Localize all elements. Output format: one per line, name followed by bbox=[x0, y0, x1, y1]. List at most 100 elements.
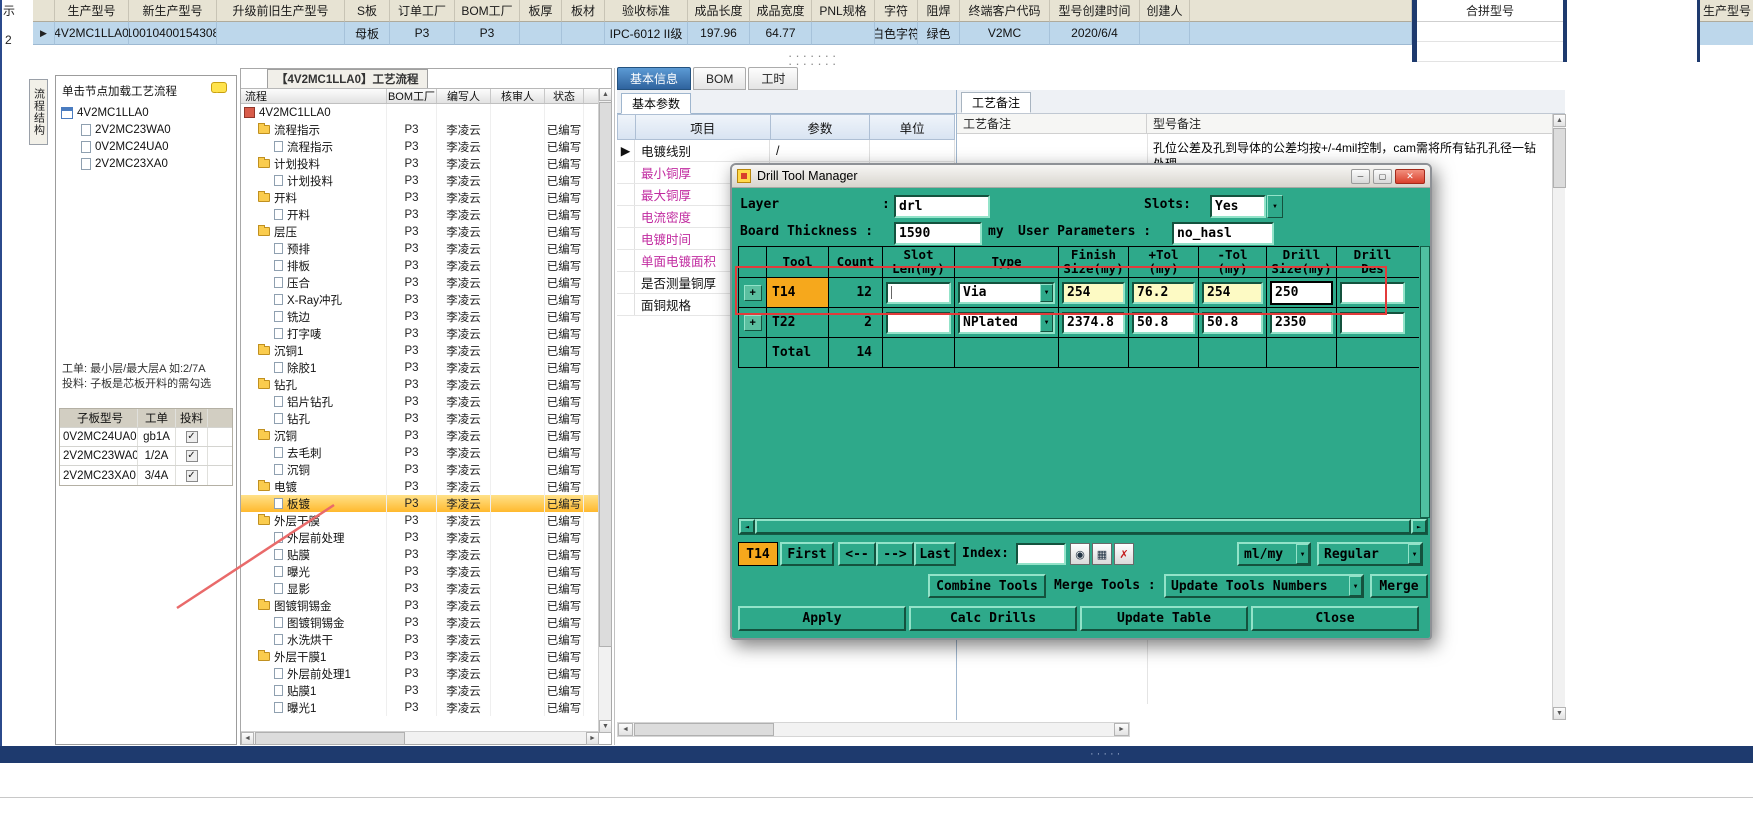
board-thickness-input[interactable]: 1590 bbox=[894, 222, 982, 245]
column-header[interactable]: 新生产型号 bbox=[129, 0, 217, 22]
process-row[interactable]: 4V2MC1LLA0 bbox=[241, 104, 598, 121]
subboard-row[interactable]: 0V2MC24UA0 gb1A ✓ bbox=[60, 428, 232, 447]
column-header[interactable]: BOM工厂 bbox=[387, 89, 437, 103]
horizontal-scrollbar[interactable]: ◄ ► bbox=[617, 722, 1130, 737]
process-row[interactable]: 层压 P3 李凌云 已编写 bbox=[241, 223, 598, 240]
process-row[interactable]: 沉铜 P3 李凌云 已编写 bbox=[241, 427, 598, 444]
process-row[interactable]: 图镀铜锡金 P3 李凌云 已编写 bbox=[241, 597, 598, 614]
tool-cell[interactable]: T14 bbox=[767, 278, 829, 307]
column-header[interactable]: 验收标准 bbox=[605, 0, 688, 22]
column-header[interactable]: PNL规格 bbox=[812, 0, 875, 22]
grid-cell[interactable]: 197.96 bbox=[688, 22, 750, 45]
column-header[interactable]: 板厚 bbox=[520, 0, 562, 22]
process-row[interactable]: 曝光 P3 李凌云 已编写 bbox=[241, 563, 598, 580]
expand-row-button[interactable]: + bbox=[743, 284, 762, 301]
process-row[interactable]: 压合 P3 李凌云 已编写 bbox=[241, 274, 598, 291]
tab-bom[interactable]: BOM bbox=[693, 67, 747, 90]
process-row[interactable]: 开料 P3 李凌云 已编写 bbox=[241, 189, 598, 206]
column-header[interactable]: 参数 bbox=[769, 114, 871, 140]
grid-cell[interactable]: 2020/6/4 bbox=[1050, 22, 1140, 45]
combine-tools-button[interactable]: Combine Tools bbox=[928, 574, 1046, 598]
tree-node[interactable]: 2V2MC23XA0 bbox=[81, 155, 232, 172]
process-row[interactable]: 钻孔 P3 李凌云 已编写 bbox=[241, 410, 598, 427]
vertical-scrollbar[interactable]: ▲ ▼ bbox=[598, 88, 612, 733]
process-row[interactable]: 外层干膜1 P3 李凌云 已编写 bbox=[241, 648, 598, 665]
feed-checkbox[interactable]: ✓ bbox=[185, 469, 198, 482]
process-row[interactable]: X-Ray冲孔 P3 李凌云 已编写 bbox=[241, 291, 598, 308]
splitter-handle[interactable]: ····· bbox=[1090, 748, 1123, 760]
column-header[interactable]: 阻焊 bbox=[918, 0, 960, 22]
scrollbar-thumb[interactable] bbox=[255, 732, 405, 745]
scroll-right-button[interactable]: ► bbox=[1411, 519, 1427, 534]
process-row[interactable]: 去毛刺 P3 李凌云 已编写 bbox=[241, 444, 598, 461]
type-dropdown[interactable]: NPlated ▼ bbox=[958, 311, 1055, 334]
process-row[interactable]: 贴膜 P3 李凌云 已编写 bbox=[241, 546, 598, 563]
process-row[interactable]: 铝片钻孔 P3 李凌云 已编写 bbox=[241, 393, 598, 410]
type-dropdown[interactable]: Via ▼ bbox=[958, 281, 1055, 304]
scroll-up-button[interactable]: ▲ bbox=[1553, 114, 1566, 127]
scrollbar-thumb[interactable] bbox=[755, 519, 1411, 534]
highlight-tool-button[interactable]: ◉ bbox=[1070, 543, 1090, 565]
last-button[interactable]: Last bbox=[914, 542, 956, 566]
param-row[interactable]: ▶ 电镀线别 / bbox=[617, 140, 955, 162]
grid-cell[interactable] bbox=[1140, 22, 1190, 45]
grid-cell[interactable]: 绿色 bbox=[918, 22, 960, 45]
tree-node[interactable]: 2V2MC23WA0 bbox=[81, 121, 232, 138]
index-input[interactable] bbox=[1016, 543, 1066, 565]
dropdown-arrow-icon[interactable]: ▼ bbox=[1349, 576, 1362, 596]
slot-len-input[interactable] bbox=[886, 281, 951, 304]
scroll-down-button[interactable]: ▼ bbox=[599, 720, 612, 733]
minus-tol-input[interactable]: 50.8 bbox=[1202, 311, 1263, 334]
column-header[interactable]: 型号创建时间 bbox=[1050, 0, 1140, 22]
column-header[interactable]: 终端客户代码 bbox=[960, 0, 1050, 22]
flow-title-tab[interactable]: 【4V2MC1LLA0】工艺流程 bbox=[267, 69, 428, 88]
process-row[interactable]: 水洗烘干 P3 李凌云 已编写 bbox=[241, 631, 598, 648]
grid-cell[interactable] bbox=[1190, 22, 1412, 45]
drill-size-input[interactable]: 250 bbox=[1270, 280, 1333, 305]
column-header[interactable]: 生产型号 bbox=[55, 0, 129, 22]
process-row[interactable]: 除胶1 P3 李凌云 已编写 bbox=[241, 359, 598, 376]
process-row[interactable]: 曝光1 P3 李凌云 已编写 bbox=[241, 699, 598, 716]
process-row[interactable]: 显影 P3 李凌云 已编写 bbox=[241, 580, 598, 597]
scroll-left-button[interactable]: ◄ bbox=[241, 732, 254, 745]
vertical-scrollbar[interactable]: ▲ ▼ bbox=[1552, 114, 1566, 720]
process-row[interactable]: 铣边 P3 李凌云 已编写 bbox=[241, 308, 598, 325]
finish-size-input[interactable]: 2374.8 bbox=[1062, 311, 1125, 334]
structure-side-tab[interactable]: 流程结构 bbox=[29, 79, 48, 145]
column-header[interactable]: 合拼型号 bbox=[1417, 0, 1563, 22]
grid-row[interactable] bbox=[1700, 22, 1753, 45]
scrollbar-thumb[interactable] bbox=[599, 102, 612, 647]
delete-tool-button[interactable]: ✗ bbox=[1114, 543, 1134, 565]
column-header[interactable]: 订单工厂 bbox=[390, 0, 455, 22]
column-header[interactable]: BOM工厂 bbox=[455, 0, 520, 22]
process-row[interactable]: 外层前处理1 P3 李凌云 已编写 bbox=[241, 665, 598, 682]
param-value[interactable]: / bbox=[770, 140, 870, 161]
finish-size-input[interactable]: 254 bbox=[1062, 281, 1125, 304]
column-header[interactable]: 投料 bbox=[176, 409, 208, 427]
column-header[interactable]: 编写人 bbox=[437, 89, 491, 103]
drill-size-input[interactable]: 2350 bbox=[1270, 311, 1333, 334]
process-row[interactable]: 打字唛 P3 李凌云 已编写 bbox=[241, 325, 598, 342]
process-row[interactable]: 钻孔 P3 李凌云 已编写 bbox=[241, 376, 598, 393]
table-vertical-scrollbar[interactable] bbox=[1420, 246, 1430, 518]
dropdown-arrow-icon[interactable]: ▼ bbox=[1040, 313, 1053, 332]
dropdown-arrow-icon[interactable]: ▼ bbox=[1040, 283, 1053, 302]
slots-dropdown[interactable]: Yes bbox=[1210, 195, 1266, 218]
tab-worktime[interactable]: 工时 bbox=[748, 67, 799, 90]
subboard-row[interactable]: 2V2MC23XA0 3/4A ✓ bbox=[60, 466, 232, 485]
process-row[interactable]: 流程指示 P3 李凌云 已编写 bbox=[241, 138, 598, 155]
maximize-button[interactable]: ▢ bbox=[1373, 168, 1392, 184]
grid-cell[interactable] bbox=[812, 22, 875, 45]
column-header[interactable]: 单位 bbox=[869, 114, 955, 140]
dialog-titlebar[interactable]: Drill Tool Manager ─ ▢ ✕ bbox=[732, 165, 1430, 188]
column-header[interactable]: 项目 bbox=[634, 114, 771, 140]
scroll-right-button[interactable]: ► bbox=[1114, 723, 1129, 736]
scrollbar-thumb[interactable] bbox=[1553, 128, 1566, 188]
tree-node-root[interactable]: 4V2MC1LLA0 bbox=[61, 104, 232, 121]
dropdown-arrow-icon[interactable]: ▼ bbox=[1267, 195, 1283, 218]
process-row[interactable]: 计划投料 P3 李凌云 已编写 bbox=[241, 155, 598, 172]
merge-button[interactable]: Merge bbox=[1370, 574, 1428, 598]
tab-process-remarks[interactable]: 工艺备注 bbox=[961, 92, 1032, 113]
column-header[interactable] bbox=[1190, 0, 1412, 22]
grid-cell[interactable]: 10010400154308 bbox=[129, 22, 217, 45]
